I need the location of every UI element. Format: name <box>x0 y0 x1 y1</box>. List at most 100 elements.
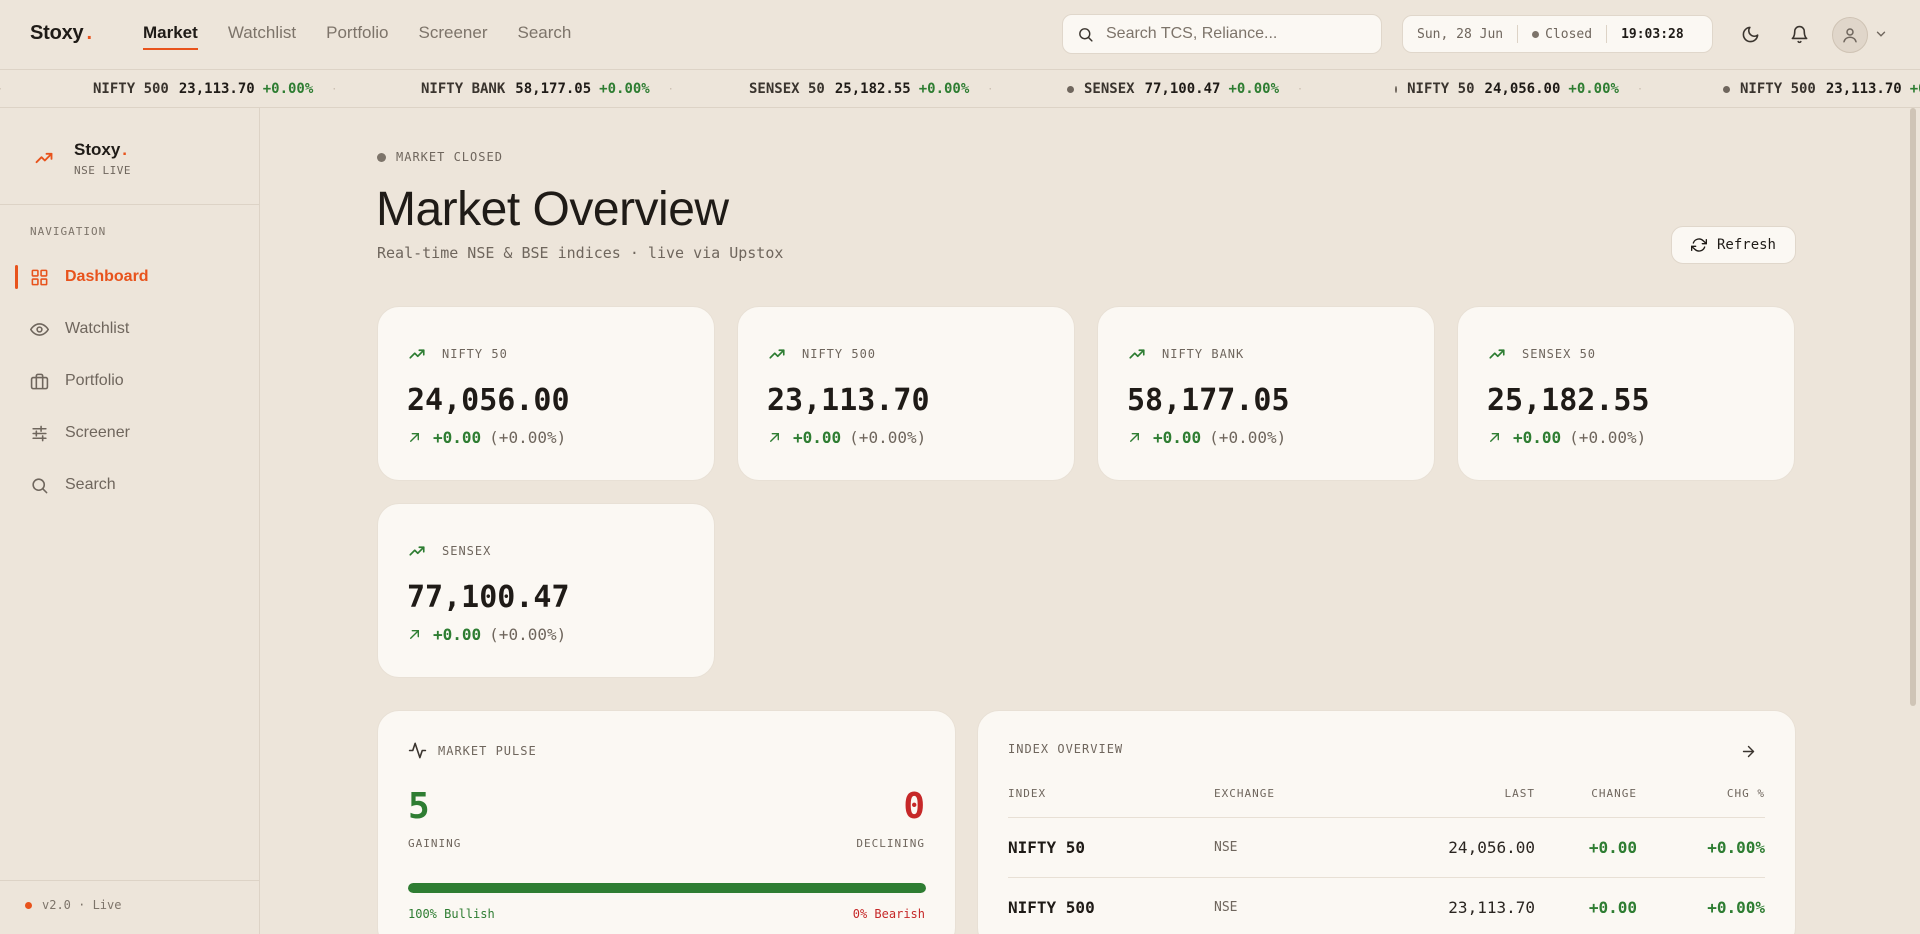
moon-icon <box>1742 26 1758 42</box>
trending-up-icon <box>409 349 425 359</box>
ticker-change: +0.00% <box>599 81 650 97</box>
notifications-button[interactable] <box>1787 22 1811 46</box>
index-value: 23,113.70 <box>767 383 930 418</box>
column-header-last[interactable]: LAST <box>1505 787 1536 800</box>
cell-last: 24,056.00 <box>1448 838 1535 857</box>
ticker-name: NIFTY BANK <box>421 81 506 97</box>
index-card[interactable]: SENSEX 50 25,182.55 +0.00 (+0.00%) <box>1457 306 1795 481</box>
ticker-change: +0.00% <box>918 81 970 97</box>
market-status: Closed <box>1518 16 1606 52</box>
search-input[interactable] <box>1106 25 1366 43</box>
page-scrollbar[interactable] <box>1910 108 1916 706</box>
market-status-box: Sun, 28 Jun Closed 19:03:28 <box>1402 15 1713 53</box>
index-ticker: %· NIFTY 50023,113.70+0.00%· NIFTY BANK5… <box>0 70 1920 108</box>
change-absolute: +0.00 <box>433 428 482 447</box>
version-label: v2.0 · Live <box>42 898 122 912</box>
sidebar-item-watchlist[interactable]: Watchlist <box>30 317 129 341</box>
index-card-header: NIFTY 50 <box>408 345 508 363</box>
ticker-item[interactable]: SENSEX 50 25,182.55 +0.00% · <box>659 81 993 97</box>
arrow-right-icon[interactable] <box>1740 743 1757 760</box>
index-value: 58,177.05 <box>1127 383 1290 418</box>
sidebar-brand[interactable]: Stoxy. NSE LIVE <box>34 140 131 177</box>
column-header-index[interactable]: INDEX <box>1008 787 1046 800</box>
index-name: SENSEX 50 <box>1522 347 1597 361</box>
column-header-chg-pct[interactable]: CHG % <box>1727 787 1765 800</box>
ticker-name: NIFTY 500 <box>1740 81 1816 97</box>
brand-logo[interactable]: Stoxy. <box>30 22 92 45</box>
nav-market[interactable]: Market <box>143 0 198 70</box>
sidebar-item-screener[interactable]: Screener <box>30 421 130 445</box>
search-box[interactable] <box>1062 14 1382 54</box>
index-card-header: SENSEX 50 <box>1488 345 1596 363</box>
arrow-up-right-icon <box>1490 433 1499 442</box>
sentiment-bar <box>408 883 926 893</box>
cell-exchange: NSE <box>1214 840 1238 855</box>
market-pulse-title: MARKET PULSE <box>438 743 537 758</box>
date-display: Sun, 28 Jun <box>1417 26 1504 42</box>
index-change: +0.00 (+0.00%) <box>1128 428 1286 447</box>
cell-exchange: NSE <box>1214 900 1238 915</box>
page-title: Market Overview <box>376 183 729 236</box>
bearish-label: 0% Bearish <box>852 907 925 921</box>
nav-portfolio[interactable]: Portfolio <box>326 0 388 70</box>
top-nav: Stoxy. Market Watchlist Portfolio Screen… <box>0 0 1920 70</box>
ticker-item[interactable]: NIFTY 500 23,113.70 +0.00% · <box>3 81 337 97</box>
column-header-change[interactable]: CHANGE <box>1591 787 1637 800</box>
trending-up-icon <box>1489 349 1505 359</box>
sidebar-item-portfolio[interactable]: Portfolio <box>30 369 124 393</box>
index-value: 25,182.55 <box>1487 383 1650 418</box>
ticker-item[interactable]: NIFTY 50 24,056.00 +0.00% · <box>1315 81 1643 97</box>
change-percent: (+0.00%) <box>489 428 567 447</box>
index-card[interactable]: NIFTY 50 24,056.00 +0.00 (+0.00%) <box>377 306 715 481</box>
sidebar-item-dashboard[interactable]: Dashboard <box>30 265 149 289</box>
market-state-label: MARKET CLOSED <box>396 150 503 164</box>
market-pulse-panel: MARKET PULSE 5 0 GAINING DECLINING 100% … <box>377 710 956 934</box>
user-icon <box>1843 28 1857 43</box>
trending-up-icon <box>409 546 425 556</box>
gaining-label: GAINING <box>408 837 462 850</box>
index-overview-title: INDEX OVERVIEW <box>1008 742 1124 756</box>
index-name: SENSEX <box>442 544 492 558</box>
ticker-change: +0.00% <box>1909 81 1920 97</box>
theme-toggle-button[interactable] <box>1738 22 1762 46</box>
ticker-bullet <box>1395 85 1398 93</box>
avatar[interactable] <box>1832 17 1868 53</box>
refresh-button[interactable]: Refresh <box>1671 226 1796 264</box>
account-menu-toggle[interactable] <box>1874 27 1888 46</box>
index-card[interactable]: SENSEX 77,100.47 +0.00 (+0.00%) <box>377 503 715 678</box>
index-value: 77,100.47 <box>407 580 570 615</box>
cell-chg-pct: +0.00% <box>1707 838 1765 857</box>
nav-watchlist[interactable]: Watchlist <box>228 0 296 70</box>
index-card[interactable]: NIFTY 500 23,113.70 +0.00 (+0.00%) <box>737 306 1075 481</box>
brand-dot: . <box>122 140 128 159</box>
divider <box>0 204 259 205</box>
trending-up-icon <box>1129 349 1145 359</box>
index-card-header: NIFTY BANK <box>1128 345 1244 363</box>
change-absolute: +0.00 <box>1153 428 1202 447</box>
index-value: 24,056.00 <box>407 383 570 418</box>
nav-search[interactable]: Search <box>518 0 572 70</box>
ticker-name: SENSEX 50 <box>749 81 825 97</box>
column-header-exchange[interactable]: EXCHANGE <box>1214 787 1275 800</box>
live-dot <box>25 901 32 909</box>
sidebar-item-search[interactable]: Search <box>30 473 116 497</box>
status-dot <box>377 152 386 162</box>
cell-chg-pct: +0.00% <box>1707 898 1765 917</box>
chevron-down-icon <box>1876 31 1886 37</box>
ticker-item[interactable]: NIFTY BANK 58,177.05 +0.00% · <box>331 81 674 97</box>
table-row[interactable]: NIFTY 500 NSE 23,113.70 +0.00 +0.00% <box>1008 877 1765 934</box>
sidebar-brand-text: Stoxy <box>74 140 121 159</box>
sidebar-item-label: Portfolio <box>65 372 124 389</box>
status-dot <box>1532 30 1540 38</box>
arrow-up-right-icon <box>770 433 779 442</box>
ticker-item[interactable]: NIFTY 500 23,113.70 +0.00% <box>1643 81 1920 97</box>
ticker-price: 58,177.05 <box>515 81 592 97</box>
table-row[interactable]: NIFTY 50 NSE 24,056.00 +0.00 +0.00% <box>1008 817 1765 877</box>
ticker-name: SENSEX <box>1084 81 1135 97</box>
sidebar-item-label: Search <box>65 476 116 493</box>
index-change: +0.00 (+0.00%) <box>1488 428 1646 447</box>
trending-up-icon <box>35 152 53 164</box>
nav-screener[interactable]: Screener <box>419 0 488 70</box>
index-card[interactable]: NIFTY BANK 58,177.05 +0.00 (+0.00%) <box>1097 306 1435 481</box>
ticker-item[interactable]: SENSEX 77,100.47 +0.00% · <box>987 81 1315 97</box>
